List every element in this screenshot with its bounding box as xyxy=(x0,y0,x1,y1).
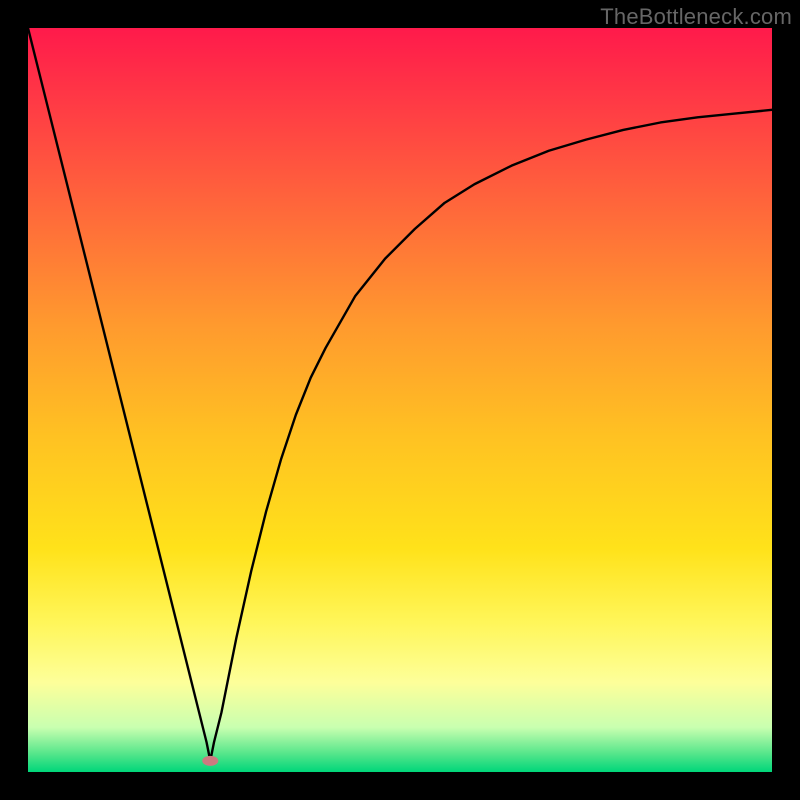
watermark-text: TheBottleneck.com xyxy=(600,4,792,30)
minimum-marker xyxy=(202,756,218,766)
gradient-background xyxy=(28,28,772,772)
plot-frame xyxy=(28,28,772,772)
bottleneck-chart xyxy=(28,28,772,772)
